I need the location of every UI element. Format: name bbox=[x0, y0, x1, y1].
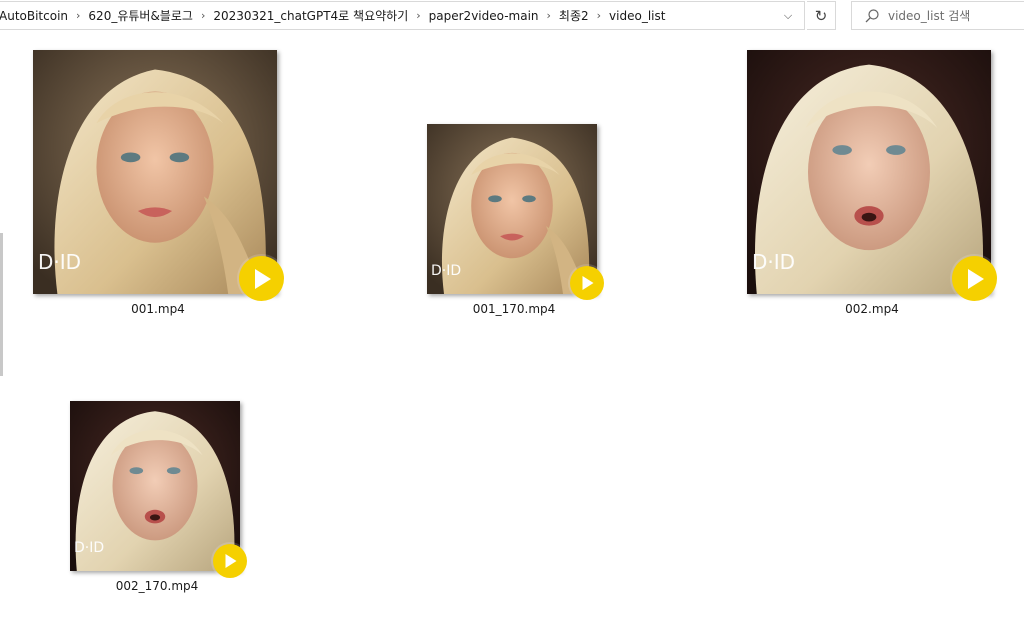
file-name[interactable]: 002_170.mp4 bbox=[107, 579, 207, 593]
video-thumbnail[interactable]: D·ID bbox=[427, 124, 597, 294]
file-name[interactable]: 001.mp4 bbox=[108, 302, 208, 316]
breadcrumb-item-youtuber-blog[interactable]: 620_유튜버&블로그 bbox=[81, 7, 200, 24]
search-box[interactable] bbox=[851, 1, 1024, 30]
file-name[interactable]: 002.mp4 bbox=[822, 302, 922, 316]
did-logo: D·ID bbox=[74, 540, 105, 556]
search-icon bbox=[865, 9, 879, 23]
play-icon[interactable] bbox=[952, 256, 997, 301]
breadcrumb: AutoBitcoin › 620_유튜버&블로그 › 20230321_cha… bbox=[0, 2, 672, 29]
scrollbar[interactable] bbox=[0, 233, 3, 376]
refresh-icon[interactable]: ↻ bbox=[807, 1, 836, 30]
file-name[interactable]: 001_170.mp4 bbox=[464, 302, 564, 316]
address-bar[interactable]: AutoBitcoin › 620_유튜버&블로그 › 20230321_cha… bbox=[0, 1, 805, 30]
video-thumbnail[interactable]: D·ID bbox=[33, 50, 277, 294]
breadcrumb-item-autobitcoin[interactable]: AutoBitcoin bbox=[0, 9, 75, 23]
video-thumbnail[interactable]: D·ID bbox=[747, 50, 991, 294]
did-logo: D·ID bbox=[38, 250, 82, 274]
play-icon[interactable] bbox=[213, 544, 247, 578]
breadcrumb-item-video-list[interactable]: video_list bbox=[602, 9, 672, 23]
breadcrumb-item-paper2video-main[interactable]: paper2video-main bbox=[422, 9, 546, 23]
search-input[interactable] bbox=[888, 4, 1018, 27]
chevron-down-icon[interactable]: ⌵ bbox=[774, 2, 802, 29]
play-icon[interactable] bbox=[239, 256, 284, 301]
did-logo: D·ID bbox=[752, 250, 796, 274]
did-logo: D·ID bbox=[431, 263, 462, 279]
video-thumbnail[interactable]: D·ID bbox=[70, 401, 240, 571]
play-icon[interactable] bbox=[570, 266, 604, 300]
toolbar: AutoBitcoin › 620_유튜버&블로그 › 20230321_cha… bbox=[0, 0, 1024, 33]
breadcrumb-item-chatgpt4-summary[interactable]: 20230321_chatGPT4로 책요약하기 bbox=[206, 7, 415, 24]
breadcrumb-item-final2[interactable]: 최종2 bbox=[552, 7, 596, 24]
